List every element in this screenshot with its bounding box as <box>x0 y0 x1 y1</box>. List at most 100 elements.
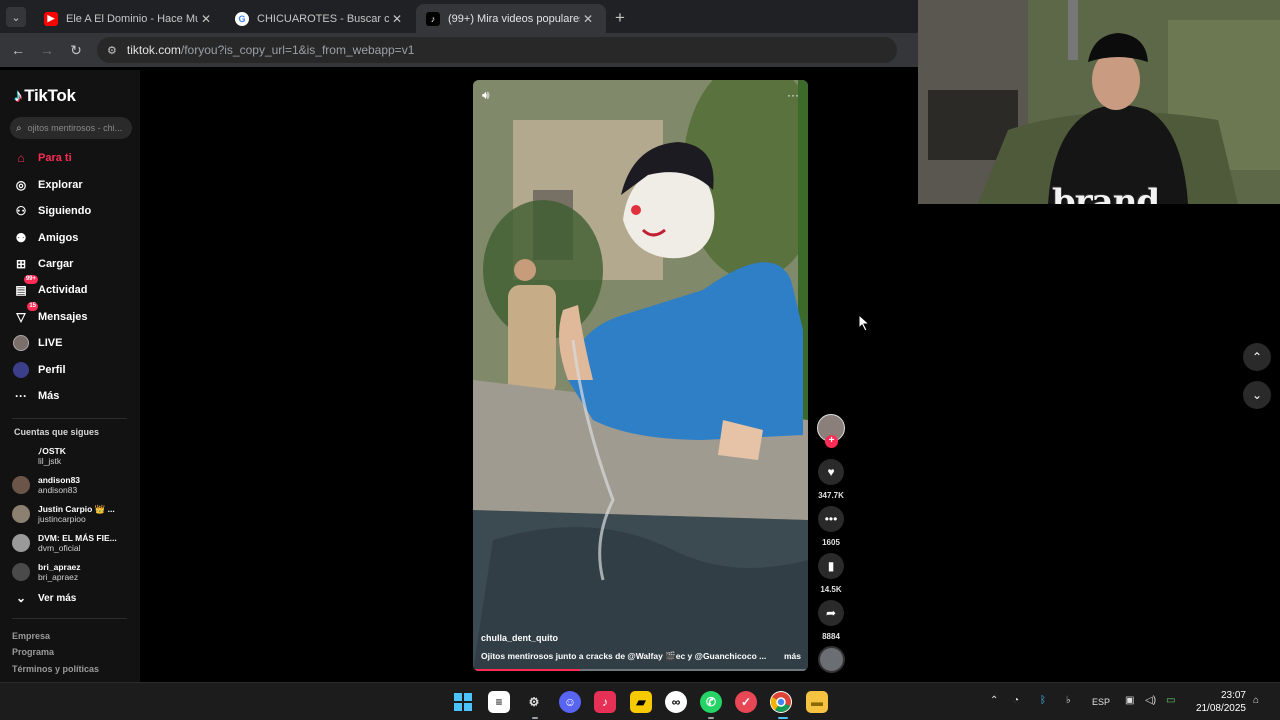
video-player[interactable]: 🔊︎ ··· chulla_dent_quito Ojitos mentiros… <box>473 80 808 671</box>
see-more-link[interactable]: más <box>784 651 801 662</box>
nav-label: Cargar <box>38 258 74 270</box>
previous-video-button[interactable]: ⌃ <box>1243 343 1271 371</box>
browser-tab-tiktok[interactable]: ♪ (99+) Mira videos populares sel ✕ <box>416 4 606 33</box>
nav-perfil[interactable]: Perfil <box>12 359 66 381</box>
taskbar-app-icon[interactable]: ≡ <box>488 691 510 713</box>
browser-tab-google[interactable]: G CHICUAROTES - Buscar con Go ✕ <box>225 4 415 33</box>
footer-link-programa[interactable]: Programa <box>12 647 54 657</box>
new-tab-button[interactable]: + <box>607 5 633 31</box>
address-bar[interactable]: ⚙ tiktok.com/foryou?is_copy_url=1&is_fro… <box>97 37 897 63</box>
account-name: ﾉOSTK <box>38 446 66 456</box>
following-account[interactable]: andison83 andison83 <box>12 475 80 495</box>
microphone-icon[interactable]: ♭ <box>1066 695 1071 706</box>
comment-action[interactable]: ••• 1605 <box>815 506 847 547</box>
forward-icon[interactable]: → <box>35 38 59 62</box>
nav-actividad[interactable]: ▤ 99+ Actividad <box>12 275 88 301</box>
running-indicator <box>532 717 538 719</box>
account-username: andison83 <box>38 485 78 495</box>
bookmark-icon[interactable]: ▮ <box>818 553 844 579</box>
nav-live[interactable]: LIVE <box>12 332 62 354</box>
save-action[interactable]: ▮ 14.5K <box>815 553 847 594</box>
system-clock[interactable]: 23:07 21/08/2025 <box>1194 689 1246 715</box>
chevron-down-icon: ⌄ <box>15 591 27 605</box>
tiktok-logo[interactable]: ♪ TikTok <box>14 86 76 106</box>
share-action[interactable]: ➦ 8884 <box>815 600 847 641</box>
following-account[interactable]: DVM: EL MÁS FIE... dvm_oficial <box>12 533 117 553</box>
back-icon[interactable]: ← <box>6 38 30 62</box>
nav-mensajes[interactable]: ▽ 15 Mensajes <box>12 302 88 328</box>
next-video-button[interactable]: ⌄ <box>1243 381 1271 409</box>
battery-icon[interactable]: ▭ <box>1166 695 1175 706</box>
nav-explorar[interactable]: ◎ Explorar <box>12 174 83 196</box>
settings-app-icon[interactable]: ⚙ <box>523 691 545 713</box>
nav-siguiendo[interactable]: ⚇ Siguiendo <box>12 200 92 222</box>
tray-overflow-icon[interactable]: ⌃ <box>990 695 998 706</box>
following-account[interactable]: ﾉOSTK lil_jstk <box>12 446 66 466</box>
following-account[interactable]: bri_apraez bri_apraez <box>12 562 81 582</box>
close-icon[interactable]: ✕ <box>580 12 596 26</box>
site-info-icon[interactable]: ⚙ <box>107 44 117 57</box>
footer-link-terminos[interactable]: Términos y políticas <box>12 664 99 674</box>
language-indicator[interactable]: ESP <box>1092 697 1110 707</box>
tab-search-icon[interactable]: ⌄ <box>6 7 26 27</box>
chrome-icon[interactable] <box>770 691 792 713</box>
heart-icon[interactable]: ♥ <box>818 459 844 485</box>
close-icon[interactable]: ✕ <box>198 12 214 26</box>
tiktok-app-icon[interactable]: ♪ <box>594 691 616 713</box>
video-frame <box>473 80 808 671</box>
tiktok-icon: ♪ <box>426 11 440 26</box>
sidebar-divider <box>12 418 127 419</box>
volume-icon[interactable]: ◁) <box>1145 695 1156 706</box>
discord-icon[interactable]: ☺ <box>559 691 581 713</box>
file-explorer-icon[interactable]: ▬ <box>806 691 828 713</box>
comment-count: 1605 <box>822 538 840 547</box>
nav-cargar[interactable]: ⊞ Cargar <box>12 253 74 275</box>
messages-icon: ▽ 15 <box>16 302 38 324</box>
search-input[interactable]: ⌕ ojitos mentirosos - chi... <box>10 117 132 139</box>
account-name: Justin Carpio 👑 ... <box>38 504 115 514</box>
avatar <box>12 476 30 494</box>
share-icon[interactable]: ➦ <box>818 600 844 626</box>
reload-icon[interactable]: ↻ <box>64 38 88 62</box>
chevron-down-icon: ⌄ <box>1251 388 1263 402</box>
webcam-overlay: brand <box>918 0 1280 204</box>
see-more-button[interactable]: ⌄ Ver más <box>12 587 76 609</box>
search-icon: ⌕ <box>16 122 22 134</box>
like-action[interactable]: ♥ 347.7K <box>815 459 847 500</box>
comment-icon[interactable]: ••• <box>818 506 844 532</box>
windows-taskbar: ≡ ⚙ ☺ ♪ ▰ ∞ ✆ ✓ ▬ ⌃ ◔ ᛒ ♭ ESP ▣ ◁) ▭ 23:… <box>0 682 1280 720</box>
tab-title: Ele A El Dominio - Hace Mucho <box>66 12 198 25</box>
nav-mas[interactable]: ··· Más <box>12 385 59 407</box>
nav-label: Explorar <box>38 179 83 191</box>
todo-app-icon[interactable]: ✓ <box>735 691 757 713</box>
windows-start-icon[interactable] <box>452 691 474 713</box>
sticky-notes-icon[interactable]: ▰ <box>630 691 652 713</box>
nav-amigos[interactable]: ⚉ Amigos <box>12 227 79 249</box>
webcam-overlay-text: brand <box>1052 182 1160 204</box>
whatsapp-icon[interactable]: ✆ <box>700 691 722 713</box>
nav-label: Amigos <box>38 232 79 244</box>
more-options-icon[interactable]: ··· <box>787 88 799 103</box>
close-icon[interactable]: ✕ <box>389 12 405 26</box>
url-path: /foryou?is_copy_url=1&is_from_webapp=v1 <box>180 43 415 57</box>
chat-app-icon[interactable]: ∞ <box>665 691 687 713</box>
video-author[interactable]: chulla_dent_quito <box>481 633 558 643</box>
browser-tab-youtube[interactable]: ▶ Ele A El Dominio - Hace Mucho ✕ <box>34 4 224 33</box>
volume-icon[interactable]: 🔊︎ <box>482 88 490 103</box>
nav-para-ti[interactable]: ⌂ Para ti <box>12 147 71 169</box>
notifications-icon[interactable]: ⌂ <box>1253 695 1259 706</box>
browser-tab-bar: ⌄ ▶ Ele A El Dominio - Hace Mucho ✕ G CH… <box>0 0 918 33</box>
video-top-controls: 🔊︎ ··· <box>482 88 799 103</box>
music-disc-avatar[interactable] <box>818 646 845 673</box>
tray-app-icon[interactable]: ◔ <box>1013 695 1019 706</box>
bluetooth-icon[interactable]: ᛒ <box>1040 695 1046 706</box>
footer-link-empresa[interactable]: Empresa <box>12 631 50 641</box>
share-count: 8884 <box>822 632 840 641</box>
follow-plus-icon[interactable]: + <box>825 435 838 448</box>
avatar <box>12 534 30 552</box>
screen: ⌄ ▶ Ele A El Dominio - Hace Mucho ✕ G CH… <box>0 0 1280 720</box>
nav-label: LIVE <box>38 337 63 349</box>
video-progress-bar[interactable] <box>473 669 808 671</box>
following-account[interactable]: Justin Carpio 👑 ... justincarpioo <box>12 504 115 524</box>
network-icon[interactable]: ▣ <box>1125 695 1134 706</box>
